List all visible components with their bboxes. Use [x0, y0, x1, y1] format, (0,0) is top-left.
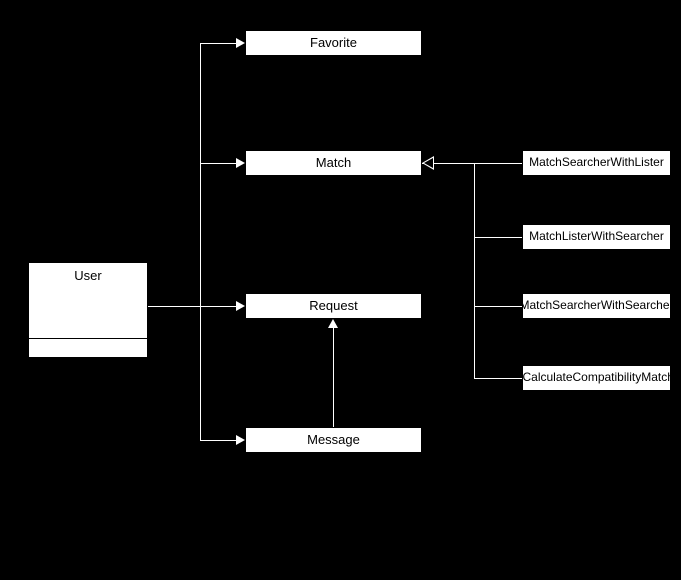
edge [474, 163, 475, 379]
node-user: User [28, 262, 148, 358]
node-m4-label: .CalculateCompatibilityMatch [519, 371, 674, 384]
node-calculate-compatibility-match: .CalculateCompatibilityMatch [522, 365, 671, 391]
node-user-label: User [74, 269, 101, 283]
edge [200, 440, 236, 441]
node-match: Match [245, 150, 422, 176]
node-message: Message [245, 427, 422, 453]
edge [200, 306, 236, 307]
edge [474, 163, 522, 164]
edge [474, 237, 522, 238]
node-m2-label: MatchListerWithSearcher [529, 230, 664, 243]
node-favorite-label: Favorite [310, 36, 357, 50]
edge [200, 163, 236, 164]
edge [474, 378, 522, 379]
node-match-label: Match [316, 156, 351, 170]
edge [333, 328, 334, 427]
arrow-icon [328, 319, 338, 328]
arrow-icon [236, 158, 245, 168]
node-match-lister-with-searcher: MatchListerWithSearcher [522, 224, 671, 250]
arrow-icon [236, 301, 245, 311]
arrow-icon [236, 435, 245, 445]
node-message-label: Message [307, 433, 360, 447]
edge [148, 306, 200, 307]
edge [200, 43, 201, 441]
node-match-searcher-with-lister: MatchSearcherWithLister [522, 150, 671, 176]
node-favorite: Favorite [245, 30, 422, 56]
edge [452, 163, 475, 164]
generalization-arrow-icon [422, 156, 434, 170]
node-m1-label: MatchSearcherWithLister [529, 156, 664, 169]
edge [474, 306, 522, 307]
node-request-label: Request [309, 299, 357, 313]
node-m3-label: MatchSearcherWithSearcher [519, 299, 673, 312]
node-match-searcher-with-searcher: MatchSearcherWithSearcher [522, 293, 671, 319]
node-request: Request [245, 293, 422, 319]
edge [200, 43, 236, 44]
arrow-icon [236, 38, 245, 48]
diagram-canvas: User Favorite Match Request Message Matc… [0, 0, 681, 580]
